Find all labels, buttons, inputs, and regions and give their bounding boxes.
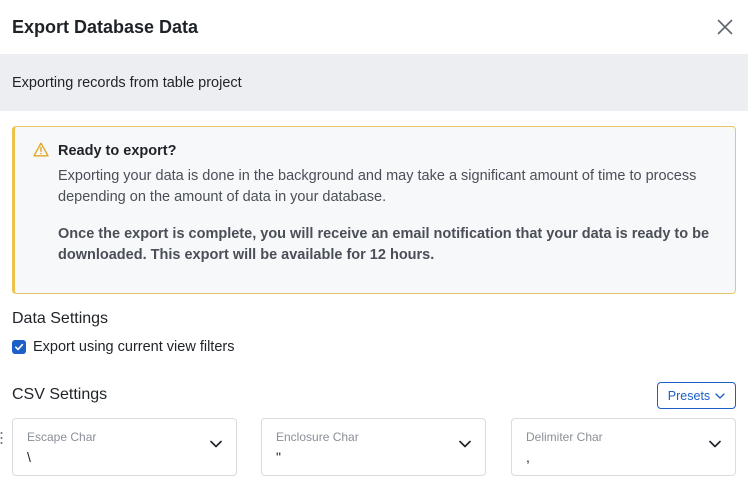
select-value: ,: [526, 449, 530, 465]
dialog-header: Export Database Data: [0, 0, 748, 54]
alert-bold-note: Once the export is complete, you will re…: [58, 226, 710, 263]
select-label: Enclosure Char: [276, 430, 359, 444]
check-icon: [15, 343, 24, 351]
alert-title: Ready to export?: [58, 143, 177, 159]
view-filters-checkbox[interactable]: [12, 340, 26, 354]
chevron-down-icon: [459, 440, 471, 448]
delimiter-char-select[interactable]: Delimiter Char ,: [511, 418, 736, 476]
view-filters-label: Export using current view filters: [33, 339, 235, 355]
select-label: Escape Char: [27, 430, 97, 444]
presets-button[interactable]: Presets: [657, 382, 736, 409]
view-filters-option[interactable]: Export using current view filters: [12, 339, 234, 355]
dialog-subtitle: Exporting records from table project: [12, 74, 242, 91]
warning-icon: [33, 142, 49, 157]
escape-char-select[interactable]: Escape Char \: [12, 418, 237, 476]
select-value: ": [276, 449, 281, 465]
chevron-down-icon: [210, 440, 222, 448]
dialog-title: Export Database Data: [12, 16, 199, 37]
csv-settings-title: CSV Settings: [12, 386, 108, 403]
chevron-down-icon: [715, 392, 725, 399]
data-settings-title: Data Settings: [12, 310, 109, 327]
select-label: Delimiter Char: [526, 430, 603, 444]
dialog-subtitle-bar: Exporting records from table project: [0, 54, 748, 111]
export-warning-alert: Ready to export? Exporting your data is …: [12, 126, 736, 294]
alert-body: Exporting your data is done in the backg…: [58, 168, 697, 205]
close-button[interactable]: [713, 15, 737, 39]
close-icon: [717, 19, 733, 35]
presets-label: Presets: [667, 388, 711, 403]
drag-handle-icon[interactable]: [0, 431, 3, 445]
select-value: \: [27, 449, 31, 465]
enclosure-char-select[interactable]: Enclosure Char ": [261, 418, 486, 476]
chevron-down-icon: [709, 440, 721, 448]
